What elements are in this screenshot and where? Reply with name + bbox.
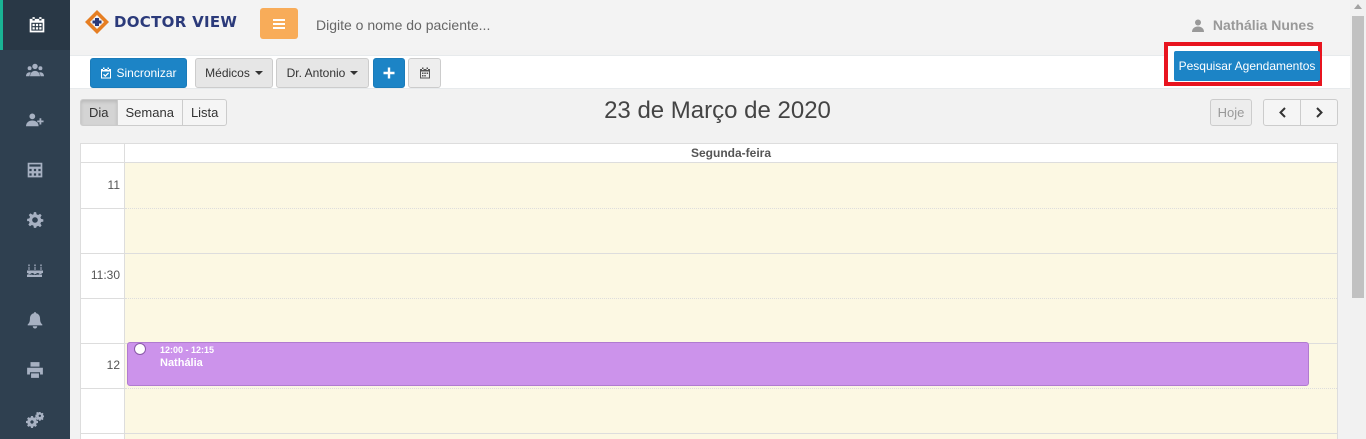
users-icon [26,63,44,77]
chevron-left-icon [1278,107,1286,118]
calendar-grid: Segunda-feira 11 11:30 12 12:00 - 12:15 … [80,143,1338,439]
view-day-button[interactable]: Dia [80,99,118,126]
time-label: 12 [106,358,120,372]
date-picker-button[interactable] [408,58,441,88]
add-appointment-button[interactable] [373,58,405,88]
day-column-header: Segunda-feira [124,144,1337,163]
scroll-up-icon[interactable] [1354,4,1362,9]
gears-icon [26,411,44,428]
sidebar-item-birthdays[interactable] [0,245,70,295]
axis-divider [81,208,124,209]
slot-divider [125,253,1337,254]
view-switcher: Dia Semana Lista [80,99,228,126]
axis-divider [81,298,124,299]
calendar-icon [419,67,430,79]
calendar-check-icon [101,67,112,79]
calendar-toolbar: Sincronizar Médicos Dr. Antonio Pesquisa… [70,42,1350,89]
time-label: 11:30 [90,268,120,282]
slot-divider [125,388,1337,389]
sidebar-item-calendar[interactable] [0,0,70,50]
gear-icon [27,212,44,228]
view-week-button[interactable]: Semana [116,99,183,126]
slot-divider [125,433,1337,434]
sidebar-item-admin[interactable] [0,395,70,439]
calculator-icon [27,162,43,178]
sidebar-item-print[interactable] [0,345,70,395]
add-user-icon [26,113,44,127]
birthday-cake-icon [27,264,43,277]
event-status-icon [134,343,146,355]
today-button[interactable]: Hoje [1210,99,1252,126]
prev-button[interactable] [1263,99,1301,126]
sidebar-item-calculator[interactable] [0,145,70,195]
logo-text: DOCTOR VIEW [114,13,238,31]
search-appointments-button[interactable]: Pesquisar Agendamentos [1174,51,1320,81]
view-list-button[interactable]: Lista [181,99,228,126]
slot-divider [125,208,1337,209]
axis-divider [81,433,124,434]
sidebar-item-patients[interactable] [0,45,70,95]
event-title: Nathália [160,357,203,369]
calendar-title: 23 de Março de 2020 [604,97,831,124]
slot-divider [125,298,1337,299]
top-navbar: DOCTOR VIEW Nathália Nunes [70,0,1350,50]
axis-divider [81,343,124,344]
caret-down-icon [350,71,359,75]
sync-button[interactable]: Sincronizar [90,58,187,88]
app-logo[interactable]: DOCTOR VIEW [84,9,237,35]
page-scrollbar[interactable] [1350,0,1366,439]
appointment-event[interactable]: 12:00 - 12:15 Nathália [127,342,1309,386]
printer-icon [27,362,43,378]
scroll-thumb[interactable] [1352,16,1364,298]
time-label: 11 [107,178,120,192]
hamburger-icon [273,22,285,25]
axis-divider [81,388,124,389]
chevron-right-icon [1315,107,1323,118]
bell-icon [27,312,43,329]
sidebar-item-settings[interactable] [0,195,70,245]
time-axis-header [81,144,124,163]
search-appointments-highlight: Pesquisar Agendamentos [1164,42,1322,86]
doctor-selected: Dr. Antonio [286,66,346,80]
user-menu[interactable]: Nathália Nunes [1191,17,1314,33]
doctors-label: Médicos [205,66,250,80]
doctors-dropdown[interactable]: Médicos [195,58,273,88]
patient-search-input[interactable] [310,12,710,38]
sidebar-item-new-patient[interactable] [0,95,70,145]
logo-mark-icon [85,10,109,34]
day-column[interactable] [124,163,1337,439]
sync-label: Sincronizar [116,66,177,80]
user-name: Nathália Nunes [1212,17,1314,33]
doctor-select-dropdown[interactable]: Dr. Antonio [276,58,369,88]
user-icon [1191,19,1204,32]
calendar-icon [29,17,44,33]
plus-icon [383,67,395,79]
date-navigation [1263,99,1338,126]
next-button[interactable] [1300,99,1338,126]
sidebar [0,0,70,439]
axis-divider [81,253,124,254]
sidebar-item-notifications[interactable] [0,295,70,345]
caret-down-icon [254,71,263,75]
event-time: 12:00 - 12:15 [160,345,215,355]
menu-toggle-button[interactable] [260,8,298,39]
